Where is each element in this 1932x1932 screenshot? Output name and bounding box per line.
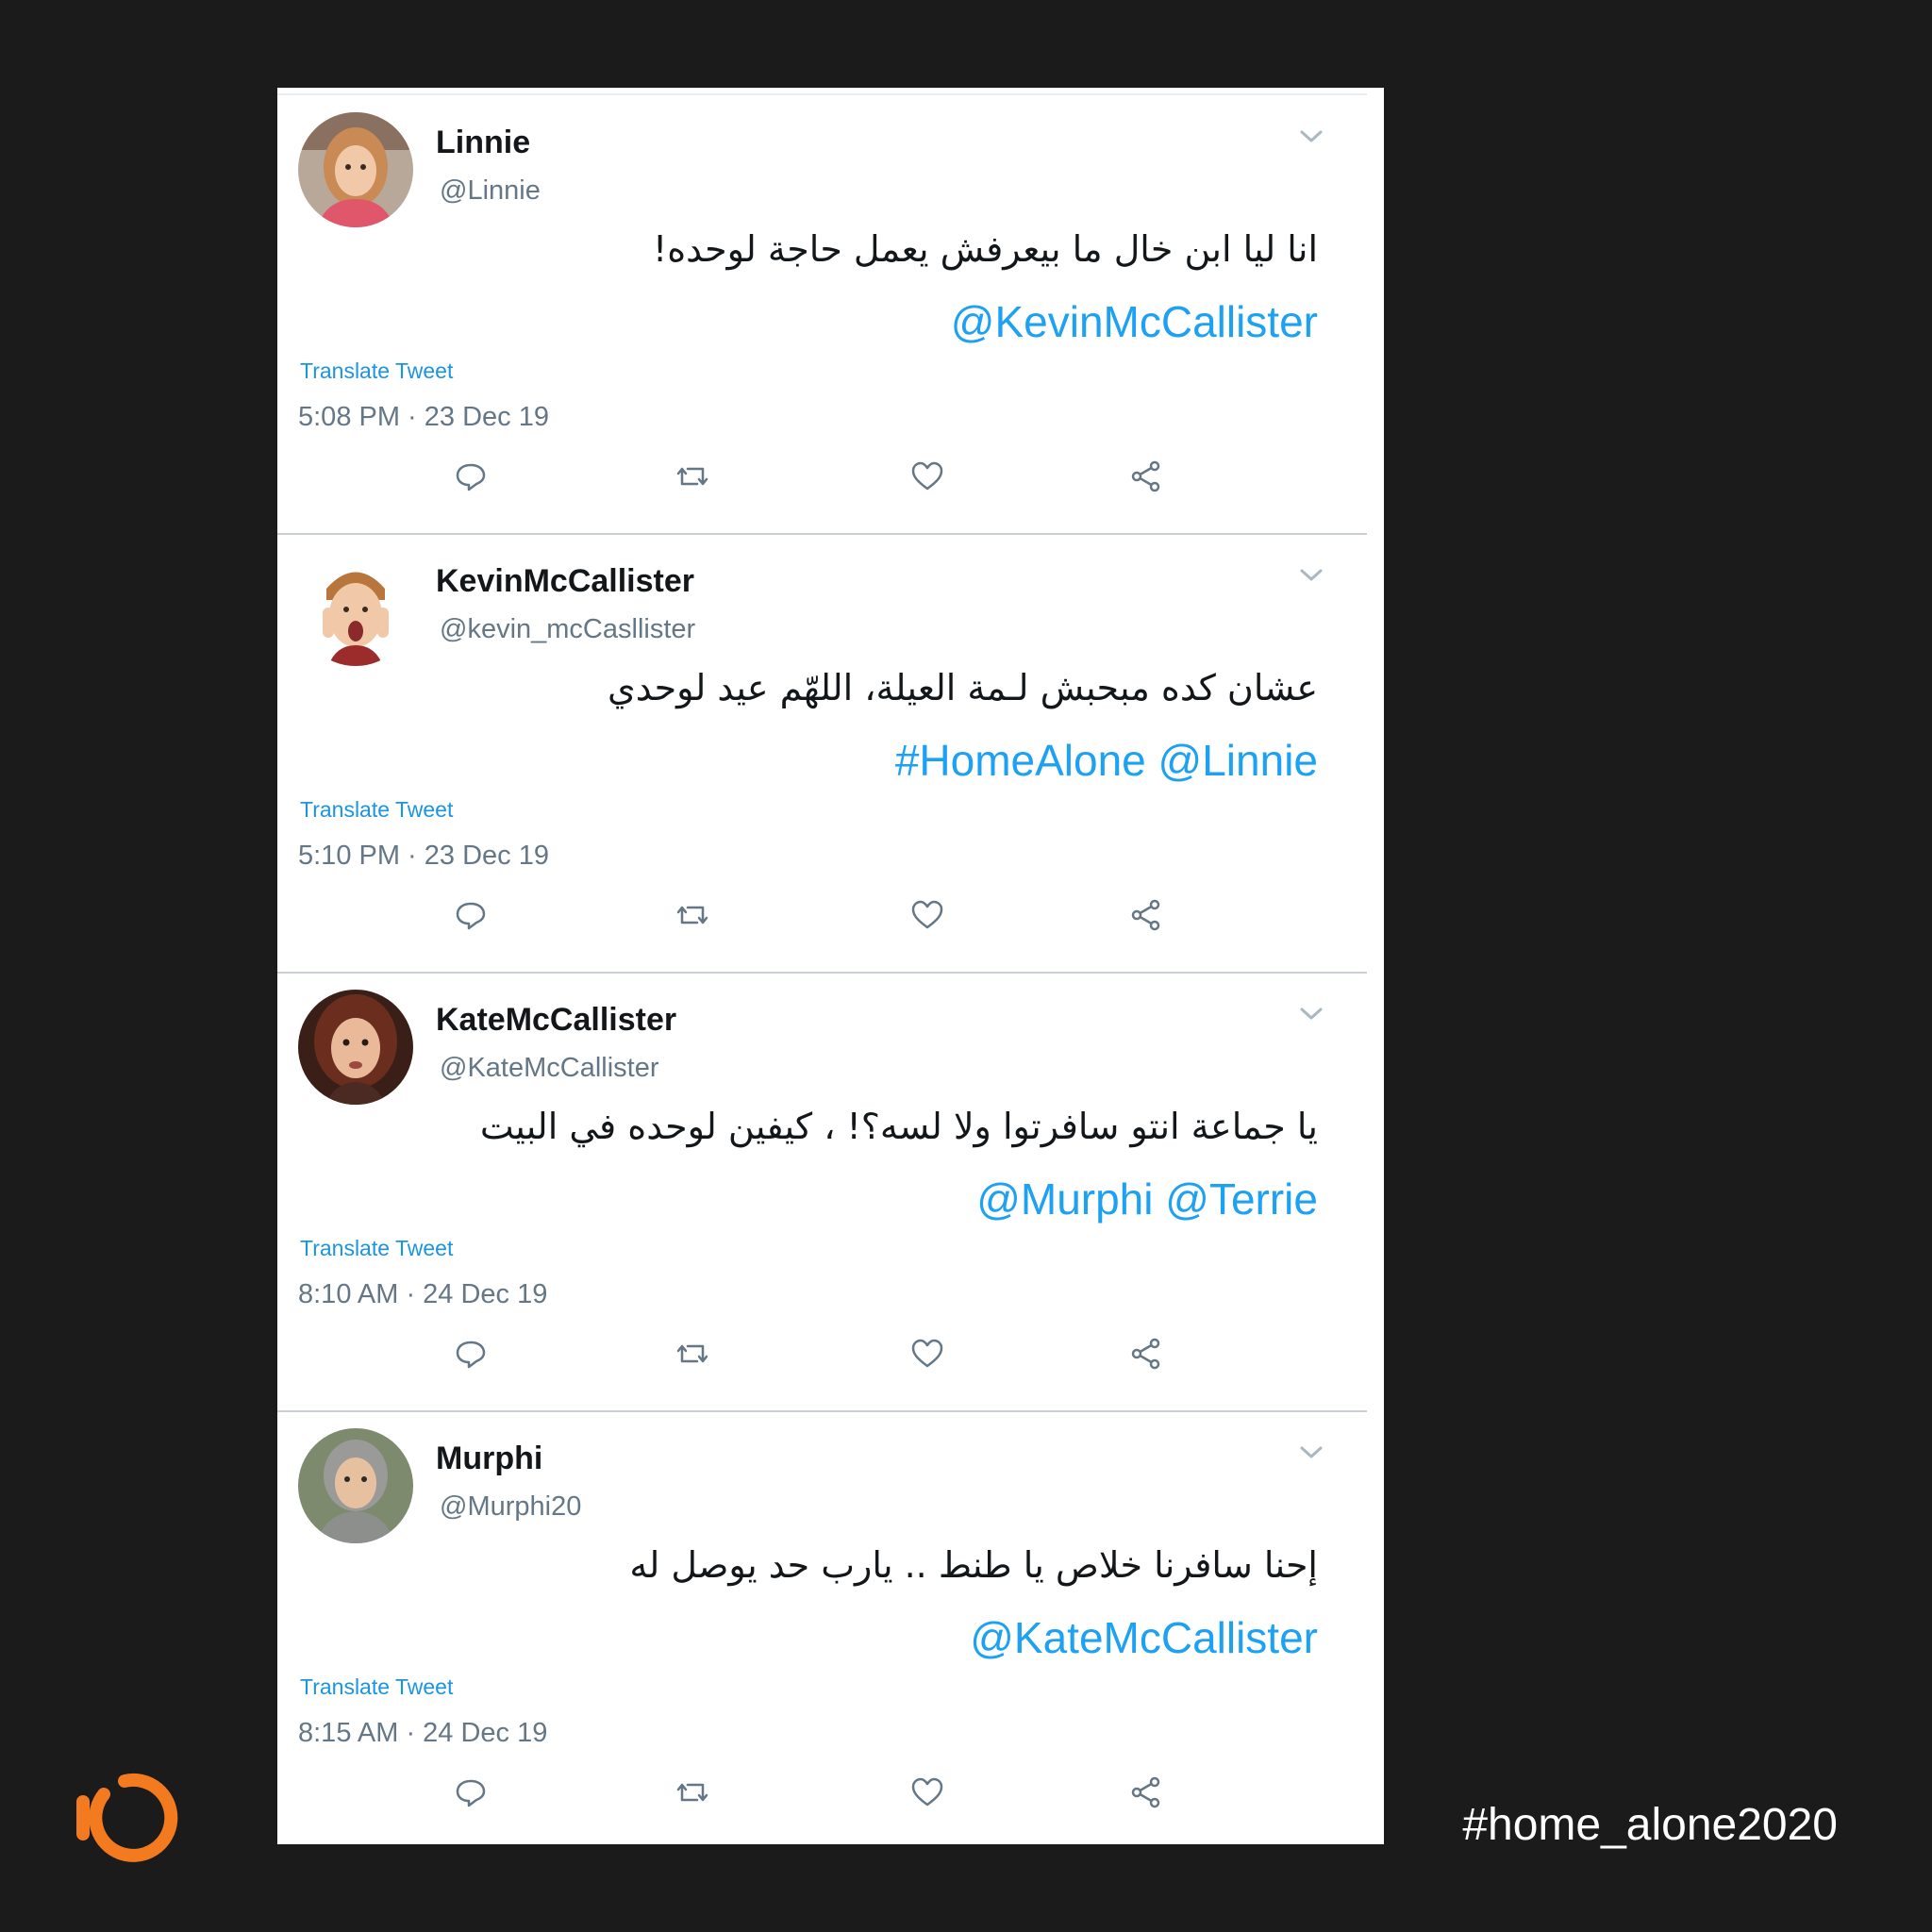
share-icon (1131, 1776, 1160, 1808)
chevron-down-icon[interactable] (1297, 1004, 1325, 1024)
power-logo-icon (76, 1773, 178, 1862)
retweet-button[interactable] (675, 1336, 710, 1372)
tweet-text: عشان كده مبحبش لـمة العيلة، اللهّم عيد ل… (607, 667, 1318, 708)
user-handle[interactable]: @Murphi20 (440, 1491, 581, 1523)
reply-icon (456, 902, 486, 930)
boy-hooded-avatar-icon (298, 1428, 413, 1543)
retweet-button[interactable] (675, 897, 710, 933)
reply-icon (456, 1341, 486, 1369)
retweet-icon (676, 467, 708, 486)
tweet-mentions[interactable]: @KateMcCallister (970, 1612, 1318, 1663)
share-button[interactable] (1128, 1774, 1164, 1810)
like-icon (911, 1777, 943, 1807)
boy-screaming-avatar-icon (298, 551, 413, 666)
display-name[interactable]: KevinMcCallister (436, 563, 694, 600)
tweet-4[interactable]: Murphi @Murphi20 إحنا سافرنا خلاص يا طنط… (277, 1412, 1367, 1844)
user-handle[interactable]: @Linnie (440, 175, 541, 207)
share-icon (1131, 1338, 1160, 1370)
reply-button[interactable] (453, 897, 489, 933)
like-button[interactable] (909, 1774, 945, 1810)
tweet-mentions[interactable]: @KevinMcCallister (951, 296, 1318, 347)
user-handle[interactable]: @KateMcCallister (440, 1053, 659, 1084)
share-icon (1131, 460, 1160, 492)
translate-tweet-link[interactable]: Translate Tweet (300, 797, 453, 823)
display-name[interactable]: Linnie (436, 125, 530, 161)
tweet-3[interactable]: KateMcCallister @KateMcCallister يا جماع… (277, 974, 1367, 1412)
tweet-timestamp[interactable]: 5:10 PM · 23 Dec 19 (298, 841, 549, 872)
retweet-icon (676, 1783, 708, 1802)
chevron-down-icon[interactable] (1297, 565, 1325, 586)
tweet-mentions[interactable]: #HomeAlone @Linnie (895, 735, 1318, 786)
translate-tweet-link[interactable]: Translate Tweet (300, 358, 453, 384)
like-icon (911, 900, 943, 929)
like-button[interactable] (909, 897, 945, 933)
display-name[interactable]: KateMcCallister (436, 1002, 676, 1039)
tweet-timestamp[interactable]: 5:08 PM · 23 Dec 19 (298, 402, 549, 433)
share-button[interactable] (1128, 897, 1164, 933)
like-icon (911, 461, 943, 491)
tweet-1[interactable]: Linnie @Linnie انا ليا ابن خال ما بيعرفش… (277, 96, 1367, 535)
tweet-thread-card: Linnie @Linnie انا ليا ابن خال ما بيعرفش… (277, 88, 1384, 1844)
avatar-murphi[interactable] (298, 1428, 413, 1543)
retweet-button[interactable] (675, 458, 710, 494)
retweet-icon (676, 906, 708, 924)
avatar-kevin[interactable] (298, 551, 413, 666)
chevron-down-icon[interactable] (1297, 126, 1325, 147)
share-icon (1131, 899, 1160, 931)
divider (277, 93, 1367, 95)
retweet-icon (676, 1344, 708, 1363)
retweet-button[interactable] (675, 1774, 710, 1810)
avatar-linnie[interactable] (298, 112, 413, 227)
share-button[interactable] (1128, 458, 1164, 494)
avatar-kate[interactable] (298, 990, 413, 1105)
tweet-text: يا جماعة انتو سافرتوا ولا لسه؟! ، كيفين … (479, 1106, 1318, 1147)
woman-avatar-icon (298, 990, 413, 1105)
tweet-text: إحنا سافرنا خلاص يا طنط .. يارب حد يوصل … (629, 1544, 1318, 1586)
like-button[interactable] (909, 1336, 945, 1372)
tweet-mentions[interactable]: @Murphi @Terrie (976, 1174, 1318, 1224)
tweet-2[interactable]: KevinMcCallister @kevin_mcCasllister عشا… (277, 535, 1367, 974)
reply-button[interactable] (453, 458, 489, 494)
tweet-text: انا ليا ابن خال ما بيعرفش يعمل حاجة لوحد… (653, 228, 1318, 270)
footer-hashtag: #home_alone2020 (1462, 1800, 1838, 1850)
chevron-down-icon[interactable] (1297, 1442, 1325, 1463)
like-button[interactable] (909, 458, 945, 494)
translate-tweet-link[interactable]: Translate Tweet (300, 1236, 453, 1261)
reply-button[interactable] (453, 1336, 489, 1372)
girl-avatar-icon (298, 112, 413, 227)
display-name[interactable]: Murphi (436, 1441, 542, 1477)
user-handle[interactable]: @kevin_mcCasllister (440, 614, 695, 645)
tweet-timestamp[interactable]: 8:10 AM · 24 Dec 19 (298, 1279, 547, 1310)
reply-icon (456, 463, 486, 491)
share-button[interactable] (1128, 1336, 1164, 1372)
translate-tweet-link[interactable]: Translate Tweet (300, 1674, 453, 1700)
reply-button[interactable] (453, 1774, 489, 1810)
reply-icon (456, 1779, 486, 1807)
like-icon (911, 1339, 943, 1368)
tweet-timestamp[interactable]: 8:15 AM · 24 Dec 19 (298, 1718, 547, 1749)
